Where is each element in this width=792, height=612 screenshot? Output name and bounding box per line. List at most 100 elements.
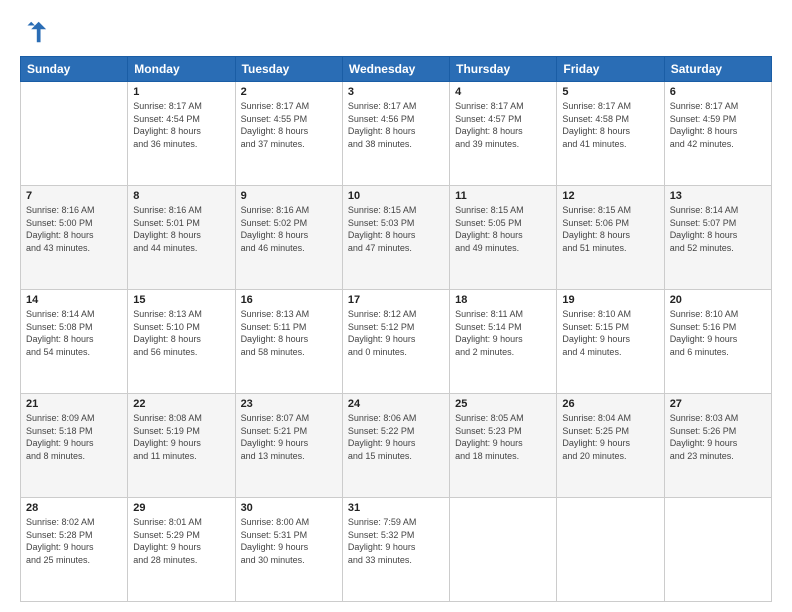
calendar-header-row: SundayMondayTuesdayWednesdayThursdayFrid… [21,57,772,82]
calendar-cell [21,82,128,186]
day-info: Sunrise: 8:16 AM Sunset: 5:01 PM Dayligh… [133,204,229,254]
calendar-cell: 28 Sunrise: 8:02 AM Sunset: 5:28 PM Dayli… [21,498,128,602]
calendar-cell: 13 Sunrise: 8:14 AM Sunset: 5:07 PM Dayli… [664,186,771,290]
day-number: 5 [562,86,658,98]
calendar-header-saturday: Saturday [664,57,771,82]
calendar-cell: 2 Sunrise: 8:17 AM Sunset: 4:55 PM Daylig… [235,82,342,186]
calendar-header-tuesday: Tuesday [235,57,342,82]
day-info: Sunrise: 8:09 AM Sunset: 5:18 PM Dayligh… [26,412,122,462]
calendar-cell: 31 Sunrise: 7:59 AM Sunset: 5:32 PM Dayli… [342,498,449,602]
day-number: 22 [133,398,229,410]
calendar-cell: 6Sunrise: 8:17 AM Sunset: 4:59 PM Daylig… [664,82,771,186]
day-info: Sunrise: 8:04 AM Sunset: 5:25 PM Dayligh… [562,412,658,462]
calendar-cell: 8 Sunrise: 8:16 AM Sunset: 5:01 PM Daylig… [128,186,235,290]
day-number: 8 [133,190,229,202]
day-number: 19 [562,294,658,306]
calendar-cell: 12Sunrise: 8:15 AM Sunset: 5:06 PM Dayli… [557,186,664,290]
day-info: Sunrise: 8:17 AM Sunset: 4:56 PM Dayligh… [348,100,444,150]
day-info: Sunrise: 8:08 AM Sunset: 5:19 PM Dayligh… [133,412,229,462]
day-number: 18 [455,294,551,306]
day-info: Sunrise: 8:17 AM Sunset: 4:54 PM Dayligh… [133,100,229,150]
calendar-cell: 24 Sunrise: 8:06 AM Sunset: 5:22 PM Dayli… [342,394,449,498]
day-number: 24 [348,398,444,410]
day-info: Sunrise: 8:11 AM Sunset: 5:14 PM Dayligh… [455,308,551,358]
calendar-cell: 1 Sunrise: 8:17 AM Sunset: 4:54 PM Daylig… [128,82,235,186]
day-number: 25 [455,398,551,410]
calendar-cell [450,498,557,602]
calendar-header-sunday: Sunday [21,57,128,82]
day-info: Sunrise: 8:12 AM Sunset: 5:12 PM Dayligh… [348,308,444,358]
day-info: Sunrise: 8:17 AM Sunset: 4:58 PM Dayligh… [562,100,658,150]
day-info: Sunrise: 8:15 AM Sunset: 5:03 PM Dayligh… [348,204,444,254]
day-number: 26 [562,398,658,410]
day-number: 7 [26,190,122,202]
day-info: Sunrise: 8:01 AM Sunset: 5:29 PM Dayligh… [133,516,229,566]
day-number: 2 [241,86,337,98]
day-number: 4 [455,86,551,98]
day-number: 3 [348,86,444,98]
logo-icon [20,18,48,46]
day-number: 12 [562,190,658,202]
calendar-cell: 25 Sunrise: 8:05 AM Sunset: 5:23 PM Dayli… [450,394,557,498]
day-number: 13 [670,190,766,202]
calendar-cell: 16Sunrise: 8:13 AM Sunset: 5:11 PM Dayli… [235,290,342,394]
day-number: 6 [670,86,766,98]
calendar-cell: 21 Sunrise: 8:09 AM Sunset: 5:18 PM Dayli… [21,394,128,498]
calendar-cell: 29 Sunrise: 8:01 AM Sunset: 5:29 PM Dayli… [128,498,235,602]
calendar-header-thursday: Thursday [450,57,557,82]
day-number: 20 [670,294,766,306]
day-info: Sunrise: 8:13 AM Sunset: 5:10 PM Dayligh… [133,308,229,358]
day-info: Sunrise: 8:10 AM Sunset: 5:16 PM Dayligh… [670,308,766,358]
day-info: Sunrise: 8:02 AM Sunset: 5:28 PM Dayligh… [26,516,122,566]
day-info: Sunrise: 8:17 AM Sunset: 4:55 PM Dayligh… [241,100,337,150]
day-info: Sunrise: 8:07 AM Sunset: 5:21 PM Dayligh… [241,412,337,462]
calendar-cell: 30 Sunrise: 8:00 AM Sunset: 5:31 PM Dayli… [235,498,342,602]
day-info: Sunrise: 8:05 AM Sunset: 5:23 PM Dayligh… [455,412,551,462]
calendar-cell: 26 Sunrise: 8:04 AM Sunset: 5:25 PM Dayli… [557,394,664,498]
header [20,18,772,46]
calendar-cell: 9Sunrise: 8:16 AM Sunset: 5:02 PM Daylig… [235,186,342,290]
day-number: 23 [241,398,337,410]
calendar-cell: 15 Sunrise: 8:13 AM Sunset: 5:10 PM Dayli… [128,290,235,394]
day-number: 27 [670,398,766,410]
day-info: Sunrise: 8:16 AM Sunset: 5:00 PM Dayligh… [26,204,122,254]
day-info: Sunrise: 8:17 AM Sunset: 4:57 PM Dayligh… [455,100,551,150]
day-number: 15 [133,294,229,306]
day-number: 29 [133,502,229,514]
calendar-week-1: 1 Sunrise: 8:17 AM Sunset: 4:54 PM Daylig… [21,82,772,186]
logo [20,18,52,46]
day-number: 30 [241,502,337,514]
calendar-cell: 27 Sunrise: 8:03 AM Sunset: 5:26 PM Dayli… [664,394,771,498]
day-info: Sunrise: 8:00 AM Sunset: 5:31 PM Dayligh… [241,516,337,566]
day-info: Sunrise: 7:59 AM Sunset: 5:32 PM Dayligh… [348,516,444,566]
calendar-cell: 7 Sunrise: 8:16 AM Sunset: 5:00 PM Daylig… [21,186,128,290]
calendar-cell: 14 Sunrise: 8:14 AM Sunset: 5:08 PM Dayli… [21,290,128,394]
calendar-cell: 23 Sunrise: 8:07 AM Sunset: 5:21 PM Dayli… [235,394,342,498]
day-number: 28 [26,502,122,514]
day-number: 17 [348,294,444,306]
calendar-cell: 17 Sunrise: 8:12 AM Sunset: 5:12 PM Dayli… [342,290,449,394]
calendar-cell: 22 Sunrise: 8:08 AM Sunset: 5:19 PM Dayli… [128,394,235,498]
calendar-week-4: 21 Sunrise: 8:09 AM Sunset: 5:18 PM Dayli… [21,394,772,498]
calendar-header-wednesday: Wednesday [342,57,449,82]
calendar-week-2: 7 Sunrise: 8:16 AM Sunset: 5:00 PM Daylig… [21,186,772,290]
day-info: Sunrise: 8:14 AM Sunset: 5:08 PM Dayligh… [26,308,122,358]
day-info: Sunrise: 8:03 AM Sunset: 5:26 PM Dayligh… [670,412,766,462]
day-number: 11 [455,190,551,202]
day-number: 21 [26,398,122,410]
calendar-cell: 3 Sunrise: 8:17 AM Sunset: 4:56 PM Daylig… [342,82,449,186]
day-number: 31 [348,502,444,514]
calendar-week-5: 28 Sunrise: 8:02 AM Sunset: 5:28 PM Dayli… [21,498,772,602]
calendar-cell [664,498,771,602]
calendar-cell: 10Sunrise: 8:15 AM Sunset: 5:03 PM Dayli… [342,186,449,290]
day-number: 14 [26,294,122,306]
day-number: 16 [241,294,337,306]
calendar-header-monday: Monday [128,57,235,82]
day-number: 1 [133,86,229,98]
calendar-week-3: 14 Sunrise: 8:14 AM Sunset: 5:08 PM Dayli… [21,290,772,394]
page: SundayMondayTuesdayWednesdayThursdayFrid… [0,0,792,612]
day-info: Sunrise: 8:06 AM Sunset: 5:22 PM Dayligh… [348,412,444,462]
day-info: Sunrise: 8:14 AM Sunset: 5:07 PM Dayligh… [670,204,766,254]
calendar-table: SundayMondayTuesdayWednesdayThursdayFrid… [20,56,772,602]
day-info: Sunrise: 8:15 AM Sunset: 5:05 PM Dayligh… [455,204,551,254]
